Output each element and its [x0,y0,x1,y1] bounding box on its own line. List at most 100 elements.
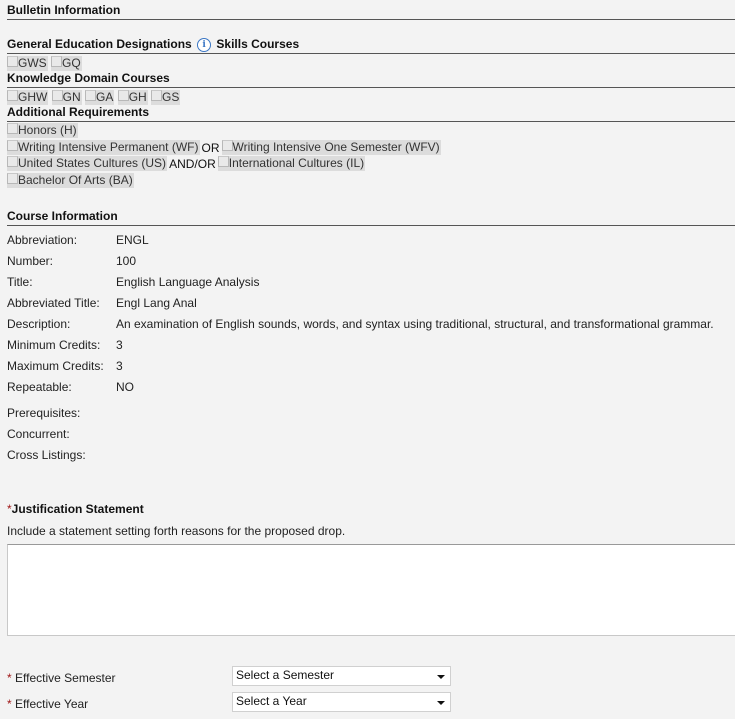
checkbox-us[interactable] [7,156,18,167]
checkbox-honors[interactable] [7,123,18,134]
checkbox-item-gq[interactable]: GQ [51,56,82,71]
info-row-repeatable: Repeatable: NO [7,377,735,398]
info-value: Engl Lang Anal [116,296,197,310]
checkbox-ghw[interactable] [7,90,18,101]
info-label: Concurrent: [7,427,70,441]
effective-semester-label: * Effective Semester [7,671,116,685]
checkbox-label: International Cultures (IL) [228,156,365,170]
additional-requirements-heading: Additional Requirements [7,105,735,122]
checkbox-item-gn[interactable]: GN [51,90,82,105]
required-marker: * [7,671,12,685]
checkbox-label: GS [162,90,180,104]
info-label: Cross Listings: [7,448,86,462]
skills-courses-title: Skills Courses [216,37,300,51]
and-or-text: AND/OR [169,157,216,171]
checkbox-gh[interactable] [117,90,129,101]
info-value: 100 [116,254,137,268]
checkbox-item-gh[interactable]: GH [117,90,148,105]
checkbox-label: Honors (H) [18,123,77,137]
checkbox-label: GHW [18,90,48,104]
info-label: Number: [7,254,54,268]
checkbox-label: United States Cultures (US) [18,156,167,170]
writing-intensive-row: Writing Intensive Permanent (WF) OR Writin… [7,140,441,157]
course-extra-table: Prerequisites: Concurrent: Cross Listing… [7,403,735,466]
checkbox-gq[interactable] [51,56,63,67]
checkbox-gs[interactable] [151,90,163,101]
checkbox-label: GWS [18,56,47,70]
knowledge-domain-heading: Knowledge Domain Courses [7,71,735,88]
info-row-abbreviated-title: Abbreviated Title: Engl Lang Anal [7,293,735,314]
info-row-description: Description: An examination of English so… [7,314,735,335]
checkbox-label: Bachelor Of Arts (BA) [18,173,133,187]
checkbox-item-wfv[interactable]: Writing Intensive One Semester (WFV) [221,140,441,155]
info-label: Title: [7,275,33,289]
effective-year-text: Effective Year [15,697,89,711]
info-row-minimum-credits: Minimum Credits: 3 [7,335,735,356]
info-row-concurrent: Concurrent: [7,424,735,445]
checkbox-item-honors[interactable]: Honors (H) [7,123,78,138]
required-marker: * [7,697,12,711]
info-row-number: Number: 100 [7,251,735,272]
info-row-prerequisites: Prerequisites: [7,403,735,424]
checkbox-gn[interactable] [51,90,63,101]
checkbox-il[interactable] [217,156,229,167]
effective-year-label: * Effective Year [7,697,88,711]
bulletin-information-heading: Bulletin Information [7,3,735,20]
honors-row: Honors (H) [7,123,78,140]
info-label: Minimum Credits: [7,338,101,352]
info-row-abbreviation: Abbreviation: ENGL [7,230,735,251]
chevron-down-icon [437,675,445,679]
checkbox-item-ga[interactable]: GA [85,90,115,105]
checkbox-wf[interactable] [7,140,18,151]
info-value: NO [116,380,134,394]
justification-help: Include a statement setting forth reason… [7,524,346,538]
checkbox-label: GA [96,90,114,104]
checkbox-label: GN [62,90,81,104]
info-label: Maximum Credits: [7,359,104,373]
selected-value: Select a Year [236,694,307,708]
info-label: Description: [7,317,71,331]
info-row-cross-listings: Cross Listings: [7,445,735,466]
gen-ed-heading: General Education Designations i Skills … [7,37,735,54]
checkbox-label: Writing Intensive Permanent (WF) [18,140,199,154]
checkbox-item-il[interactable]: International Cultures (IL) [217,156,366,171]
effective-semester-text: Effective Semester [15,671,116,685]
checkbox-label: GH [128,90,147,104]
cultures-row: United States Cultures (US) AND/OR Interna… [7,156,366,173]
course-info-table: Abbreviation: ENGL Number: 100 Title: Engli… [7,230,735,398]
checkbox-item-wf[interactable]: Writing Intensive Permanent (WF) [7,140,200,155]
course-information-heading: Course Information [7,209,735,226]
ba-row: Bachelor Of Arts (BA) [7,173,134,190]
checkbox-item-ghw[interactable]: GHW [7,90,49,105]
justification-heading: *Justification Statement [7,502,144,517]
info-value: English Language Analysis [116,275,260,289]
info-value: ENGL [116,233,149,247]
justification-textarea[interactable] [7,544,735,636]
selected-value: Select a Semester [236,668,335,682]
checkbox-item-gws[interactable]: GWS [7,56,48,71]
checkbox-ba[interactable] [7,173,18,184]
info-value: 3 [116,338,123,352]
info-icon[interactable]: i [197,38,212,52]
info-value: An examination of English sounds, words,… [116,317,714,331]
info-label: Prerequisites: [7,406,81,420]
checkbox-item-gs[interactable]: GS [151,90,181,105]
or-text: OR [201,141,220,155]
info-value: 3 [116,359,123,373]
chevron-down-icon [437,701,445,705]
info-label: Abbreviated Title: [7,296,100,310]
checkbox-ga[interactable] [85,90,97,101]
checkbox-item-ba[interactable]: Bachelor Of Arts (BA) [7,173,134,188]
checkbox-label: Writing Intensive One Semester (WFV) [232,140,440,154]
justification-title: Justification Statement [11,502,144,516]
info-row-maximum-credits: Maximum Credits: 3 [7,356,735,377]
effective-year-select[interactable]: Select a Year [232,692,451,712]
checkbox-wfv[interactable] [221,140,233,151]
info-row-title: Title: English Language Analysis [7,272,735,293]
checkbox-label: GQ [62,56,81,70]
info-label: Repeatable: [7,380,72,394]
effective-semester-select[interactable]: Select a Semester [232,666,451,686]
info-label: Abbreviation: [7,233,78,247]
checkbox-item-us[interactable]: United States Cultures (US) [7,156,168,171]
checkbox-gws[interactable] [7,56,18,67]
